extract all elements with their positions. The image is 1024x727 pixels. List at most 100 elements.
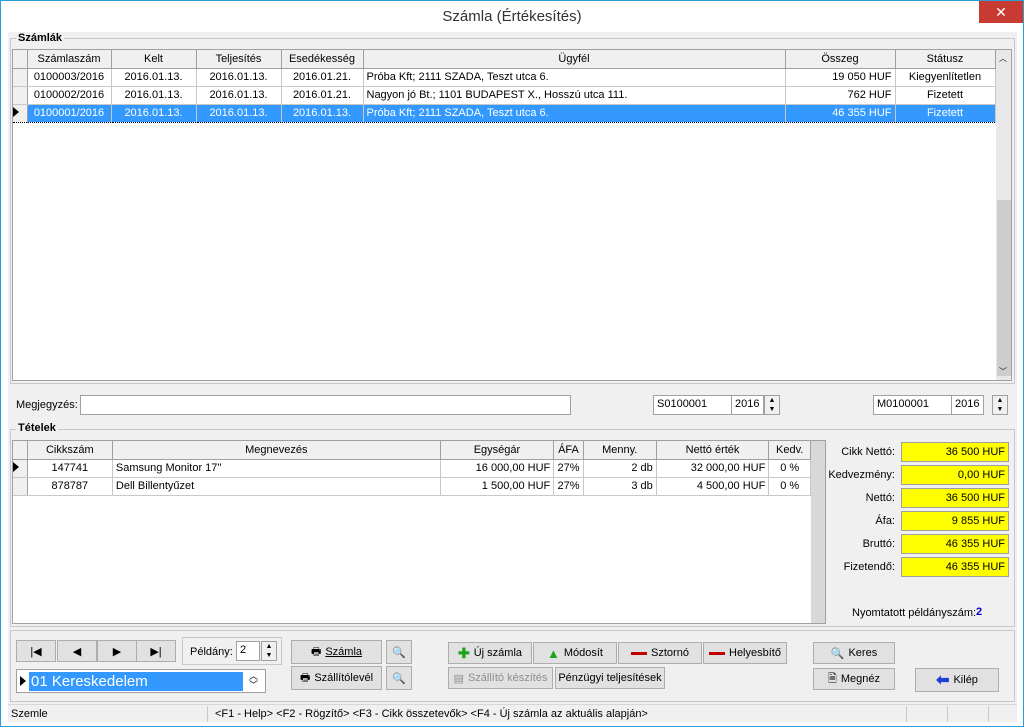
item-code: 147741 [27, 459, 113, 478]
row-indicator [13, 68, 28, 87]
invoice-row-selected[interactable]: 0100001/2016 2016.01.13. 2016.01.13. 201… [13, 104, 996, 123]
status-bar: Szemle <F1 - Help> <F2 - Rögzítő> <F3 - … [8, 704, 1017, 722]
szallito-year-field[interactable]: 2016 [731, 395, 764, 415]
kedvezmeny-label: Kedvezmény: [828, 469, 895, 481]
items-grid[interactable]: Cikkszám Megnevezés Egységár ÁFA Menny. … [12, 440, 826, 624]
invoice-date: 2016.01.13. [111, 68, 197, 87]
invoice-customer: Nagyon jó Bt.; 1101 BUDAPEST X., Hosszú … [363, 86, 786, 105]
brutto-value: 46 355 HUF [901, 534, 1009, 554]
peldany-spinner[interactable]: ▲ ▼ [261, 641, 277, 661]
printer-icon: 🖶 [299, 671, 311, 684]
scroll-down-icon[interactable]: ﹀ [999, 366, 1007, 377]
col-header-teljesites[interactable]: Teljesítés [196, 50, 282, 69]
invoice-status: Kiegyenlítetlen [895, 68, 996, 87]
invoice-amount: 46 355 HUF [785, 104, 896, 123]
item-name: Samsung Monitor 17'' [112, 459, 441, 478]
keres-button[interactable]: 🔍 Keres [813, 642, 895, 664]
szallito-keszites-button[interactable]: ▤ Szállító készítés [448, 667, 553, 689]
col-header-esedekesseg[interactable]: Esedékesség [281, 50, 364, 69]
helyesbito-button[interactable]: Helyesbítő [703, 642, 787, 664]
kedvezmeny-value: 0,00 HUF [901, 465, 1009, 485]
last-record-button[interactable]: ▶| [136, 640, 176, 662]
item-unit-price: 16 000,00 HUF [440, 459, 555, 478]
col-header-egysegar[interactable]: Egységár [440, 441, 555, 460]
col-header-netto-ertek[interactable]: Nettó érték [656, 441, 770, 460]
afa-value: 9 855 HUF [901, 511, 1009, 531]
prev-record-button[interactable]: ◀ [57, 640, 97, 662]
afa-label: Áfa: [875, 515, 895, 527]
item-row[interactable]: 147741 Samsung Monitor 17'' 16 000,00 HU… [13, 459, 811, 478]
scrollbar-thumb[interactable] [997, 200, 1011, 376]
minus-icon [631, 651, 648, 655]
invoice-due: 2016.01.13. [281, 104, 364, 123]
uj-szamla-button[interactable]: ✚ Új számla [448, 642, 532, 664]
col-header-menny[interactable]: Menny. [583, 441, 657, 460]
first-record-button[interactable]: |◀ [16, 640, 56, 662]
company-spinner[interactable]: ︿ ﹀ [249, 672, 258, 690]
col-header-megnevezes[interactable]: Megnevezés [112, 441, 441, 460]
col-header-kedv[interactable]: Kedv. [768, 441, 811, 460]
preview-icon: 🔍 [392, 646, 406, 659]
szallito-year-spinner[interactable]: ▲ ▼ [764, 395, 780, 415]
current-row-icon [13, 461, 19, 472]
item-row[interactable]: 878787 Dell Billentyűzet 1 500,00 HUF 27… [13, 477, 811, 496]
status-panel-4 [949, 706, 989, 722]
item-net-value: 4 500,00 HUF [656, 477, 770, 496]
netto-label: Nettó: [865, 492, 895, 504]
peldany-input[interactable]: 2 [236, 641, 260, 661]
minus-icon [709, 651, 725, 655]
item-quantity: 2 db [583, 459, 657, 478]
items-header-row: Cikkszám Megnevezés Egységár ÁFA Menny. … [13, 441, 811, 460]
megjegyzes-input[interactable] [80, 395, 571, 415]
client-area: Számlák Számlaszám Kelt Teljesítés Esedé… [8, 32, 1017, 704]
penzugy-year-spinner[interactable]: ▲ ▼ [992, 395, 1008, 415]
invoice-number: 0100001/2016 [27, 104, 112, 123]
item-discount: 0 % [768, 477, 811, 496]
megnez-button[interactable]: 🗎 Megnéz [813, 668, 895, 690]
items-scrollbar[interactable] [811, 441, 825, 623]
status-shortcuts: <F1 - Help> <F2 - Rögzítő> <F3 - Cikk ös… [209, 706, 907, 722]
modosit-button[interactable]: ▲ Módosít [533, 642, 617, 664]
col-header-kelt[interactable]: Kelt [111, 50, 197, 69]
scroll-up-icon[interactable]: ︿ [999, 53, 1007, 64]
window-title: Számla (Értékesítés) [442, 8, 582, 25]
invoice-row[interactable]: 0100002/2016 2016.01.13. 2016.01.13. 201… [13, 86, 996, 105]
window: Számla (Értékesítés) ✕ Számlák Számlaszá… [0, 0, 1024, 727]
invoice-grid[interactable]: Számlaszám Kelt Teljesítés Esedékesség Ü… [12, 49, 1012, 381]
search-icon: 🔍 [830, 647, 845, 660]
invoice-amount: 762 HUF [785, 86, 896, 105]
invoice-row[interactable]: 0100003/2016 2016.01.13. 2016.01.13. 201… [13, 68, 996, 87]
invoice-number: 0100003/2016 [27, 68, 112, 87]
plus-icon: ✚ [457, 644, 470, 661]
col-header-ugyfel[interactable]: Ügyfél [363, 50, 786, 69]
col-header-szamlaszam[interactable]: Számlaszám [27, 50, 112, 69]
document-icon: ▤ [453, 672, 464, 685]
nyomtatott-value: 2 [976, 606, 983, 618]
penzugy-number-field[interactable]: M0100001 [873, 395, 952, 415]
preview-icon: 🔍 [392, 672, 406, 685]
title-bar: Számla (Értékesítés) ✕ [1, 1, 1023, 32]
triangle-icon: ▲ [546, 645, 560, 661]
row-indicator [13, 477, 28, 496]
sztorno-button[interactable]: Sztornó [618, 642, 702, 664]
szamla-print-button[interactable]: 🖶 Számla [291, 640, 382, 664]
penzugyi-teljesitesek-button[interactable]: Pénzügyi teljesítések [555, 667, 665, 689]
szallitolevel-print-button[interactable]: 🖶 Szállítólevél [291, 666, 382, 690]
col-header-osszeg[interactable]: Összeg [785, 50, 896, 69]
invoice-scrollbar[interactable]: ︿ ﹀ [996, 50, 1011, 380]
szamla-preview-button[interactable]: 🔍 [386, 640, 412, 664]
invoice-fulfillment: 2016.01.13. [196, 68, 282, 87]
col-header-afa[interactable]: ÁFA [553, 441, 584, 460]
company-selector[interactable]: 01 Kereskedelem ︿ ﹀ [16, 669, 266, 693]
szallitolevel-preview-button[interactable]: 🔍 [386, 666, 412, 690]
close-button[interactable]: ✕ [979, 1, 1023, 23]
row-indicator-header [13, 441, 28, 460]
invoice-amount: 19 050 HUF [785, 68, 896, 87]
penzugy-year-field[interactable]: 2016 [951, 395, 984, 415]
invoice-date: 2016.01.13. [111, 86, 197, 105]
next-record-button[interactable]: ▶ [97, 640, 137, 662]
col-header-cikkszam[interactable]: Cikkszám [27, 441, 113, 460]
col-header-statusz[interactable]: Státusz [895, 50, 996, 69]
kilep-button[interactable]: ⬅ Kilép [915, 668, 999, 692]
szallito-number-field[interactable]: S0100001 [653, 395, 732, 415]
